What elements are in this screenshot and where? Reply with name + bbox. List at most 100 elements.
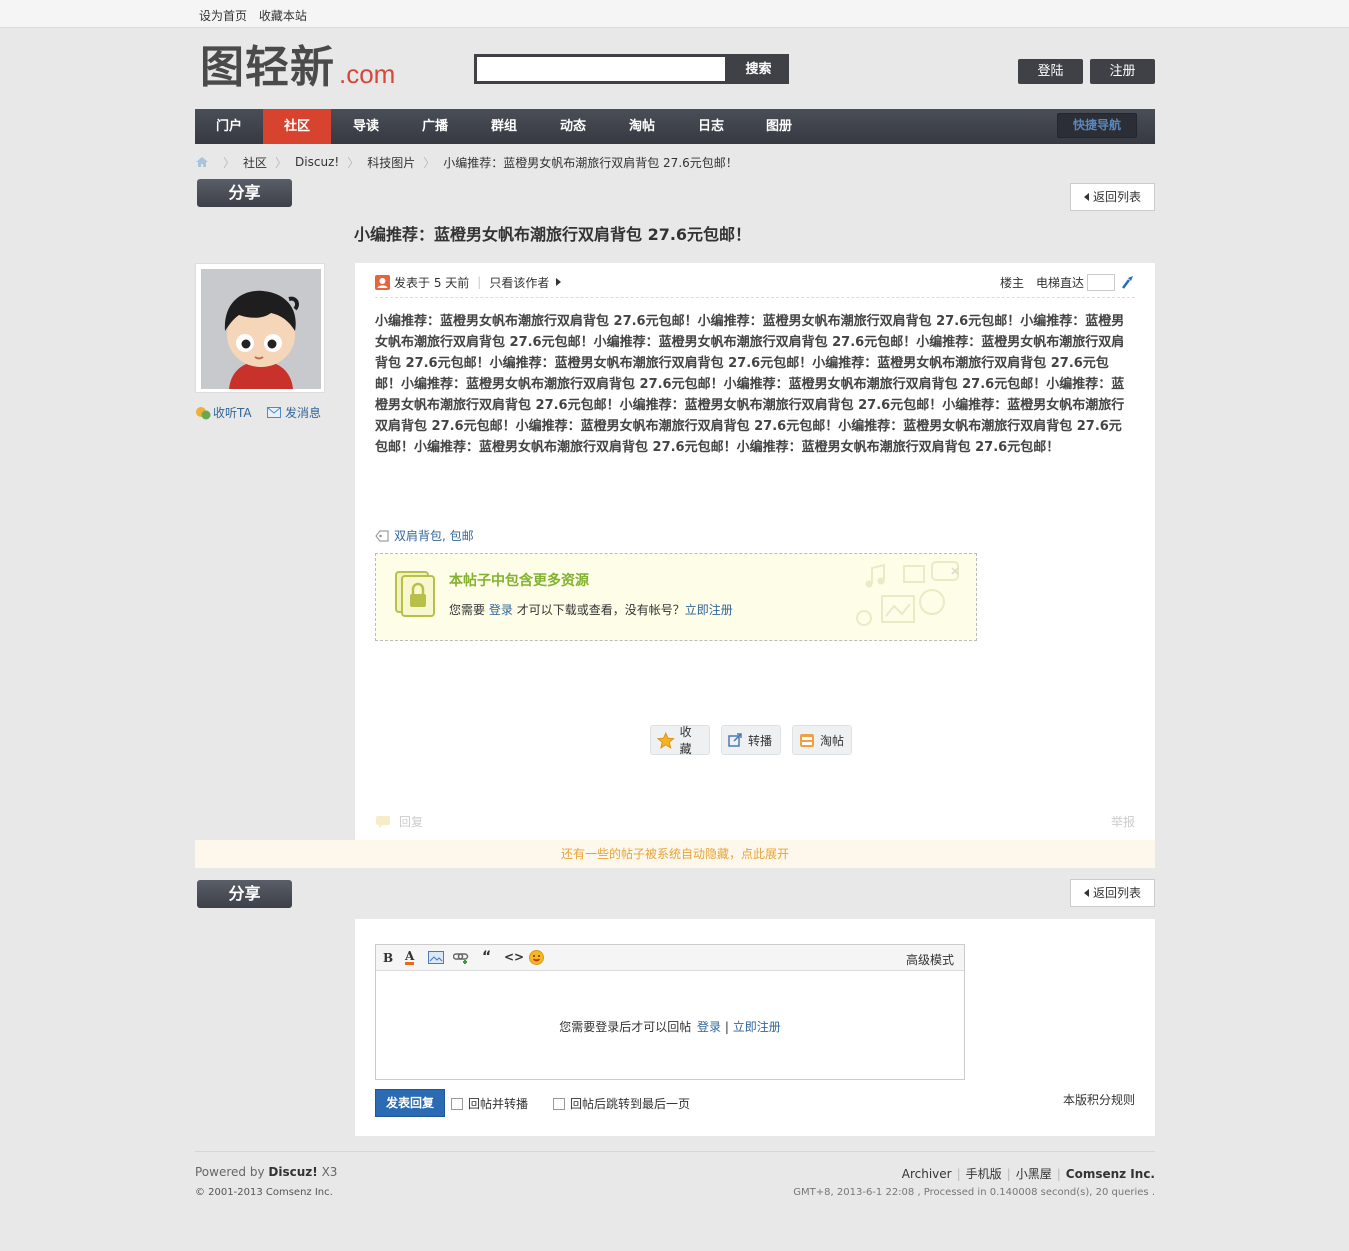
reply-icon xyxy=(376,816,390,828)
nav-item-collections[interactable]: 淘帖 xyxy=(608,109,676,144)
logo-text: 图轻新 xyxy=(200,42,335,93)
code-icon[interactable]: <> xyxy=(504,950,524,964)
nav-item-broadcast[interactable]: 广播 xyxy=(401,109,469,144)
mail-icon xyxy=(267,407,281,418)
nav-item-album[interactable]: 图册 xyxy=(745,109,813,144)
send-message-link[interactable]: 发消息 xyxy=(267,404,321,421)
report-link[interactable]: 举报 xyxy=(1111,813,1135,830)
image-icon[interactable] xyxy=(428,951,444,964)
main-nav: 门户 社区 导读 广播 群组 动态 淘帖 日志 图册 快捷导航 xyxy=(195,109,1155,144)
back-to-list-label: 返回列表 xyxy=(1092,190,1141,204)
advanced-mode-link[interactable]: 高级模式 xyxy=(906,951,954,968)
powered-version: X3 xyxy=(321,1165,338,1179)
locked-title: 本帖子中包含更多资源 xyxy=(449,573,589,589)
reply-login-link[interactable]: 登录 xyxy=(697,1020,721,1034)
login-button[interactable]: 登陆 xyxy=(1018,59,1083,84)
font-color-icon[interactable]: A xyxy=(405,950,415,965)
only-author-link[interactable]: 只看该作者 xyxy=(489,274,549,291)
send-message-label: 发消息 xyxy=(285,406,322,420)
link-icon[interactable] xyxy=(453,952,470,964)
search-button[interactable]: 搜索 xyxy=(728,54,789,84)
nav-item-portal[interactable]: 门户 xyxy=(195,109,263,144)
credit-rules-link[interactable]: 本版积分规则 xyxy=(1063,1091,1135,1108)
site-logo[interactable]: 图轻新 .com xyxy=(200,40,395,92)
only-author-arrow-icon xyxy=(556,278,562,286)
reply-link[interactable]: 回复 xyxy=(375,813,423,830)
breadcrumb: 〉 社区 〉 Discuz! 〉 科技图片 〉 小编推荐：蓝橙男女帆布潮旅行双肩… xyxy=(195,154,738,170)
elevator-input[interactable] xyxy=(1087,273,1115,291)
favorite-label: 收藏 xyxy=(679,725,692,756)
search-input[interactable] xyxy=(474,54,728,84)
favorite-button[interactable]: 收藏 xyxy=(650,725,710,756)
footer-divider xyxy=(195,1151,1155,1152)
hidden-posts-notice[interactable]: 还有一些的帖子被系统自动隐藏，点此展开 xyxy=(195,840,1155,868)
post-footer: 回复 举报 xyxy=(375,813,1135,831)
discuz-link[interactable]: Discuz! xyxy=(268,1165,317,1179)
locked-register-link[interactable]: 立即注册 xyxy=(685,603,733,617)
star-icon xyxy=(657,731,675,749)
breadcrumb-community[interactable]: 社区 xyxy=(243,154,267,171)
back-arrow-icon xyxy=(1083,889,1089,897)
top-bar: 设为首页 收藏本站 xyxy=(0,0,1349,28)
collect-button[interactable]: 淘帖 xyxy=(792,725,852,755)
login-required-message: 您需要登录后才可以回帖 登录 | 立即注册 xyxy=(559,1020,781,1034)
nav-item-feed[interactable]: 动态 xyxy=(539,109,607,144)
forward-icon xyxy=(728,733,742,747)
share-button-bottom[interactable]: 分享 xyxy=(197,880,292,908)
forward-checkbox-label: 回帖并转播 xyxy=(468,1097,529,1111)
share-button[interactable]: 分享 xyxy=(197,179,292,207)
forward-button[interactable]: 转播 xyxy=(721,725,781,755)
nav-item-guide[interactable]: 导读 xyxy=(332,109,400,144)
footer-company-link[interactable]: Comsenz Inc. xyxy=(1066,1167,1155,1181)
editor-toolbar: B A “ <> 高级模式 xyxy=(376,945,964,971)
footer-mobile-link[interactable]: 手机版 xyxy=(966,1167,1002,1181)
post-meta: 发表于 5 天前 | 只看该作者 楼主 电梯直达 xyxy=(375,273,1135,298)
smiley-icon[interactable] xyxy=(529,950,544,965)
nav-item-groups[interactable]: 群组 xyxy=(470,109,538,144)
bookmark-link[interactable]: 收藏本站 xyxy=(259,9,307,23)
breadcrumb-discuz[interactable]: Discuz! xyxy=(295,155,339,169)
search-bar: 搜索 xyxy=(474,54,789,84)
follow-link[interactable]: 收听TA xyxy=(195,404,252,421)
forward-checkbox[interactable]: 回帖并转播 xyxy=(451,1095,528,1112)
nav-item-blog[interactable]: 日志 xyxy=(677,109,745,144)
quote-icon[interactable]: “ xyxy=(482,949,491,965)
register-button[interactable]: 注册 xyxy=(1090,59,1155,84)
back-to-list-button-bottom[interactable]: 返回列表 xyxy=(1070,879,1155,907)
back-to-list-button[interactable]: 返回列表 xyxy=(1070,183,1155,211)
footer-blackroom-link[interactable]: 小黑屋 xyxy=(1016,1167,1052,1181)
footer-archiver-link[interactable]: Archiver xyxy=(902,1167,952,1181)
post-panel: 发表于 5 天前 | 只看该作者 楼主 电梯直达 小编推荐：蓝橙男女帆布潮旅行双… xyxy=(355,263,1155,840)
nav-item-community[interactable]: 社区 xyxy=(263,109,331,144)
media-decoration-icon xyxy=(856,561,959,626)
reply-register-link[interactable]: 立即注册 xyxy=(733,1020,781,1034)
follow-icon xyxy=(196,406,211,419)
set-home-link[interactable]: 设为首页 xyxy=(199,9,247,23)
submit-reply-button[interactable]: 发表回复 xyxy=(375,1089,445,1117)
home-icon[interactable] xyxy=(195,156,209,168)
post-tags: 双肩背包, 包邮 xyxy=(375,527,474,544)
bold-icon[interactable]: B xyxy=(383,951,393,965)
footer-links: Archiver | 手机版 | 小黑屋 | Comsenz Inc. xyxy=(901,1167,1155,1181)
breadcrumb-forum[interactable]: 科技图片 xyxy=(367,154,415,171)
copyright: © 2001-2013 Comsenz Inc. xyxy=(195,1187,333,1198)
reply-label: 回复 xyxy=(399,815,424,829)
jump-last-checkbox-label: 回帖后跳转到最后一页 xyxy=(570,1097,691,1111)
elevator-go-icon[interactable] xyxy=(1121,275,1135,289)
locked-login-link[interactable]: 登录 xyxy=(489,603,513,617)
forward-checkbox-box[interactable] xyxy=(451,1097,463,1110)
thread-title: 小编推荐：蓝橙男女帆布潮旅行双肩背包 27.6元包邮！ xyxy=(354,225,752,244)
forward-label: 转播 xyxy=(748,733,773,748)
avatar[interactable] xyxy=(195,263,325,393)
quick-nav-button[interactable]: 快捷导航 xyxy=(1057,113,1137,138)
reply-panel: B A “ <> 高级模式 您需要登录后才可以回帖 登录 | 立即注册 发表回复… xyxy=(355,919,1155,1136)
tag-links[interactable]: 双肩背包, 包邮 xyxy=(394,527,474,544)
jump-last-checkbox[interactable]: 回帖后跳转到最后一页 xyxy=(553,1095,690,1112)
footer-stats: GMT+8, 2013-6-1 22:08 , Processed in 0.1… xyxy=(793,1187,1155,1198)
lock-icon xyxy=(395,571,435,617)
breadcrumb-thread[interactable]: 小编推荐：蓝橙男女帆布潮旅行双肩背包 27.6元包邮！ xyxy=(443,154,738,171)
jump-last-checkbox-box[interactable] xyxy=(553,1097,565,1110)
login-required-text: 您需要登录后才可以回帖 xyxy=(559,1020,692,1034)
back-arrow-icon xyxy=(1083,193,1089,201)
powered-by: Powered by Discuz! X3 xyxy=(195,1165,337,1179)
